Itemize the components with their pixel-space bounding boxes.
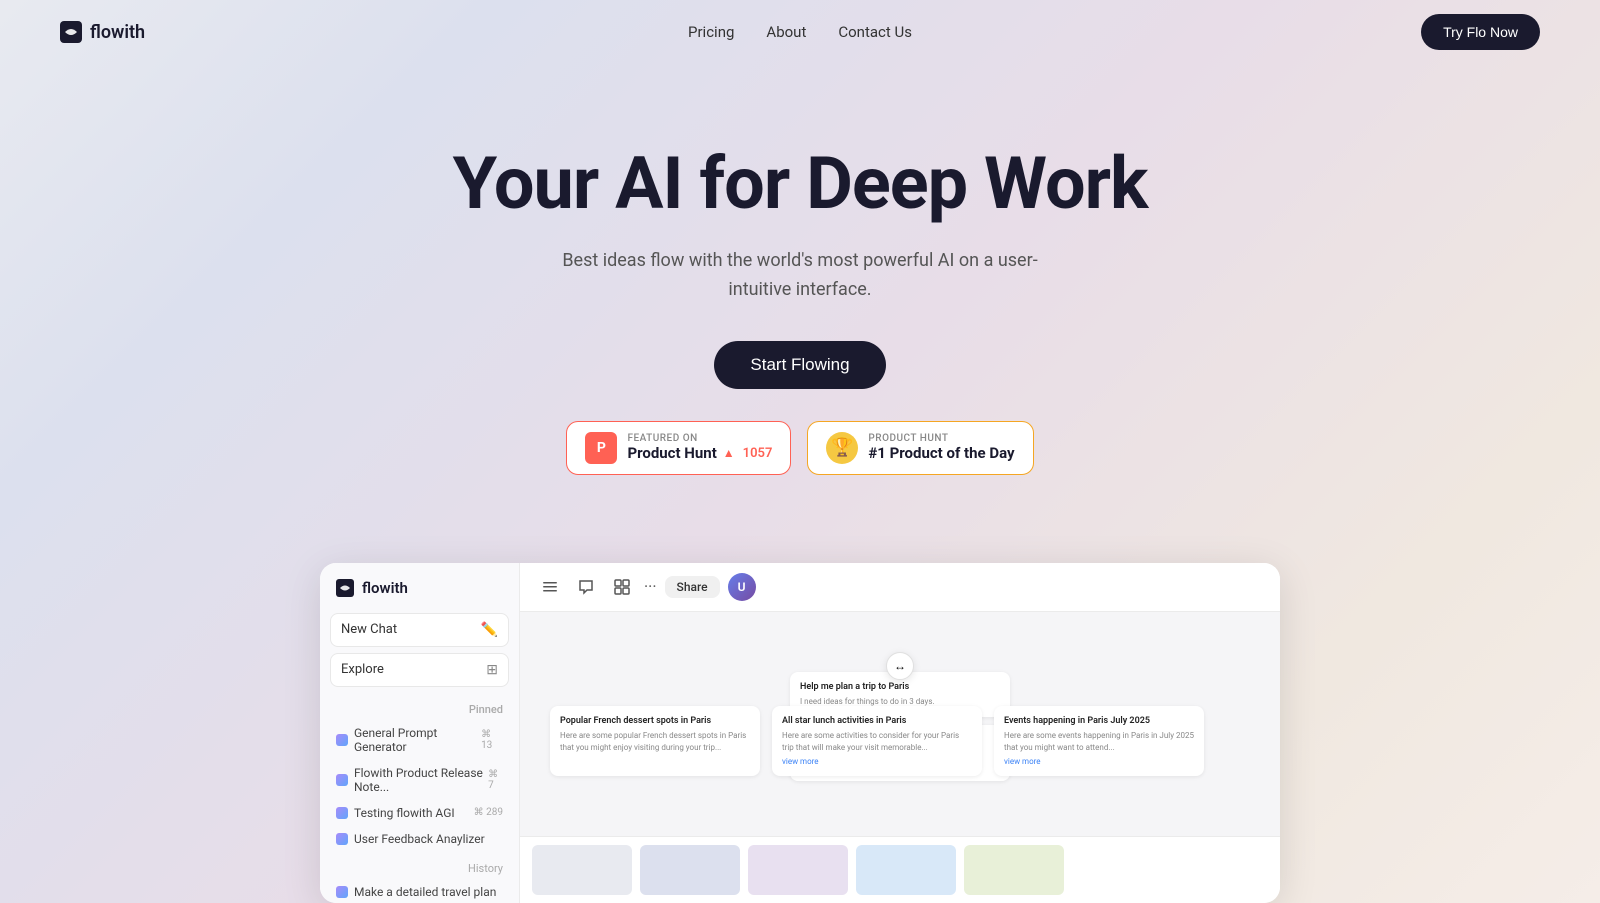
pinned-section-label: Pinned bbox=[320, 693, 519, 720]
nav-links: Pricing About Contact Us bbox=[688, 23, 912, 41]
sidebar-history-dot-0 bbox=[336, 886, 348, 898]
nav-about[interactable]: About bbox=[766, 23, 806, 41]
canvas-card-title-2: Events happening in Paris July 2025 bbox=[1004, 716, 1194, 726]
sidebar-item-dot-1 bbox=[336, 774, 348, 786]
sidebar-history-item-0[interactable]: Make a detailed travel plan bbox=[320, 879, 519, 903]
chat-icon[interactable] bbox=[572, 573, 600, 601]
product-of-day-badge[interactable]: 🏆 PRODUCT HUNT #1 Product of the Day bbox=[807, 421, 1033, 475]
sidebar-item-dot-3 bbox=[336, 833, 348, 845]
sidebar-item-left-0: General Prompt Generator bbox=[336, 726, 481, 754]
award-label: PRODUCT HUNT bbox=[868, 433, 1014, 444]
toolbar: ··· Share U bbox=[520, 563, 1280, 612]
product-hunt-icon: P bbox=[585, 432, 617, 464]
sidebar-pinned-item-0[interactable]: General Prompt Generator ⌘ 13 bbox=[320, 720, 519, 760]
share-button[interactable]: Share bbox=[665, 576, 720, 598]
sidebar-item-left-1: Flowith Product Release Note... bbox=[336, 766, 488, 794]
nav-contact[interactable]: Contact Us bbox=[838, 23, 912, 41]
hero-section: Your AI for Deep Work Best ideas flow wi… bbox=[0, 64, 1600, 563]
sidebar-item-dot-0 bbox=[336, 734, 348, 746]
new-chat-label: New Chat bbox=[341, 622, 397, 637]
canvas-card-text-2: Here are some events happening in Paris … bbox=[1004, 730, 1194, 752]
sidebar-item-label-2: Testing flowith AGI bbox=[354, 806, 455, 820]
bottom-card-0[interactable] bbox=[532, 845, 632, 895]
award-text: PRODUCT HUNT #1 Product of the Day bbox=[868, 433, 1014, 462]
cursor-icon: ↔ bbox=[886, 652, 914, 680]
canvas-card-1: All star lunch activities in Paris Here … bbox=[772, 706, 982, 775]
sidebar-item-left-3: User Feedback Anaylizer bbox=[336, 832, 485, 846]
sidebar-pinned-item-1[interactable]: Flowith Product Release Note... ⌘ 7 bbox=[320, 760, 519, 800]
logo-text: flowith bbox=[90, 22, 145, 43]
sidebar-history-left-0: Make a detailed travel plan bbox=[336, 885, 496, 899]
grid-icon[interactable] bbox=[608, 573, 636, 601]
try-flo-button[interactable]: Try Flo Now bbox=[1421, 14, 1540, 50]
sidebar-item-count-0: ⌘ 13 bbox=[481, 729, 503, 751]
sidebar-item-label-0: General Prompt Generator bbox=[354, 726, 481, 754]
logo-icon bbox=[60, 21, 82, 43]
explore-icon: ⊞ bbox=[486, 662, 498, 678]
canvas-card-link-1[interactable]: view more bbox=[782, 757, 972, 766]
sidebar-pinned-item-3[interactable]: User Feedback Anaylizer bbox=[320, 826, 519, 852]
featured-on-label: FEATURED ON bbox=[627, 433, 772, 444]
bottom-card-3[interactable] bbox=[856, 845, 956, 895]
sidebar-item-dot-2 bbox=[336, 807, 348, 819]
hero-subtitle: Best ideas flow with the world's most po… bbox=[550, 247, 1050, 305]
app-screenshot: flowith New Chat ✏️ Explore ⊞ Pinned Gen… bbox=[320, 563, 1280, 903]
explore-label: Explore bbox=[341, 662, 384, 677]
canvas-cards-row: Popular French dessert spots in Paris He… bbox=[550, 706, 1250, 775]
badges-container: P FEATURED ON Product Hunt ▲ 1057 🏆 PROD… bbox=[20, 421, 1580, 475]
sidebar: flowith New Chat ✏️ Explore ⊞ Pinned Gen… bbox=[320, 563, 520, 903]
bottom-card-2[interactable] bbox=[748, 845, 848, 895]
start-flowing-button[interactable]: Start Flowing bbox=[714, 341, 885, 389]
product-hunt-text: FEATURED ON Product Hunt ▲ 1057 bbox=[627, 433, 772, 462]
new-chat-button[interactable]: New Chat ✏️ bbox=[330, 613, 509, 647]
sidebar-toggle-icon[interactable] bbox=[536, 573, 564, 601]
arrow-up-icon: ▲ bbox=[723, 446, 735, 460]
canvas-card-title-0: Popular French dessert spots in Paris bbox=[560, 716, 750, 726]
canvas-area: ↔ Help me plan a trip to Paris I need id… bbox=[520, 612, 1280, 836]
bottom-cards-strip bbox=[520, 836, 1280, 903]
sidebar-pinned-item-2[interactable]: Testing flowith AGI ⌘ 289 bbox=[320, 800, 519, 826]
more-options-icon[interactable]: ··· bbox=[644, 577, 657, 596]
history-section-label: History bbox=[320, 852, 519, 879]
main-content: ··· Share U ↔ Help me plan a trip to Par… bbox=[520, 563, 1280, 903]
product-hunt-name: Product Hunt bbox=[627, 444, 716, 462]
canvas-card-text-0: Here are some popular French dessert spo… bbox=[560, 730, 750, 752]
award-icon: 🏆 bbox=[826, 432, 858, 464]
product-hunt-count: 1057 bbox=[743, 446, 773, 461]
logo: flowith bbox=[60, 21, 145, 43]
nav-pricing[interactable]: Pricing bbox=[688, 23, 734, 41]
sidebar-logo: flowith bbox=[320, 579, 519, 613]
bottom-card-4[interactable] bbox=[964, 845, 1064, 895]
user-avatar: U bbox=[728, 573, 756, 601]
sidebar-logo-text: flowith bbox=[362, 579, 408, 597]
award-main: #1 Product of the Day bbox=[868, 444, 1014, 462]
canvas-card-2: Events happening in Paris July 2025 Here… bbox=[994, 706, 1204, 775]
bottom-card-1[interactable] bbox=[640, 845, 740, 895]
new-chat-icon: ✏️ bbox=[481, 622, 498, 638]
sidebar-item-count-1: ⌘ 7 bbox=[488, 769, 503, 791]
product-hunt-badge[interactable]: P FEATURED ON Product Hunt ▲ 1057 bbox=[566, 421, 791, 475]
canvas-card-text-1: Here are some activities to consider for… bbox=[782, 730, 972, 752]
sidebar-history-label-0: Make a detailed travel plan bbox=[354, 885, 496, 899]
navbar: flowith Pricing About Contact Us Try Flo… bbox=[0, 0, 1600, 64]
sidebar-item-left-2: Testing flowith AGI bbox=[336, 806, 455, 820]
sidebar-item-count-2: ⌘ 289 bbox=[474, 807, 503, 818]
sidebar-item-label-3: User Feedback Anaylizer bbox=[354, 832, 485, 846]
hero-title: Your AI for Deep Work bbox=[20, 144, 1580, 223]
sidebar-logo-icon bbox=[336, 579, 354, 597]
explore-button[interactable]: Explore ⊞ bbox=[330, 653, 509, 687]
canvas-card-title-1: All star lunch activities in Paris bbox=[782, 716, 972, 726]
canvas-card-0: Popular French dessert spots in Paris He… bbox=[550, 706, 760, 775]
sidebar-item-label-1: Flowith Product Release Note... bbox=[354, 766, 488, 794]
canvas-card-link-2[interactable]: view more bbox=[1004, 757, 1194, 766]
